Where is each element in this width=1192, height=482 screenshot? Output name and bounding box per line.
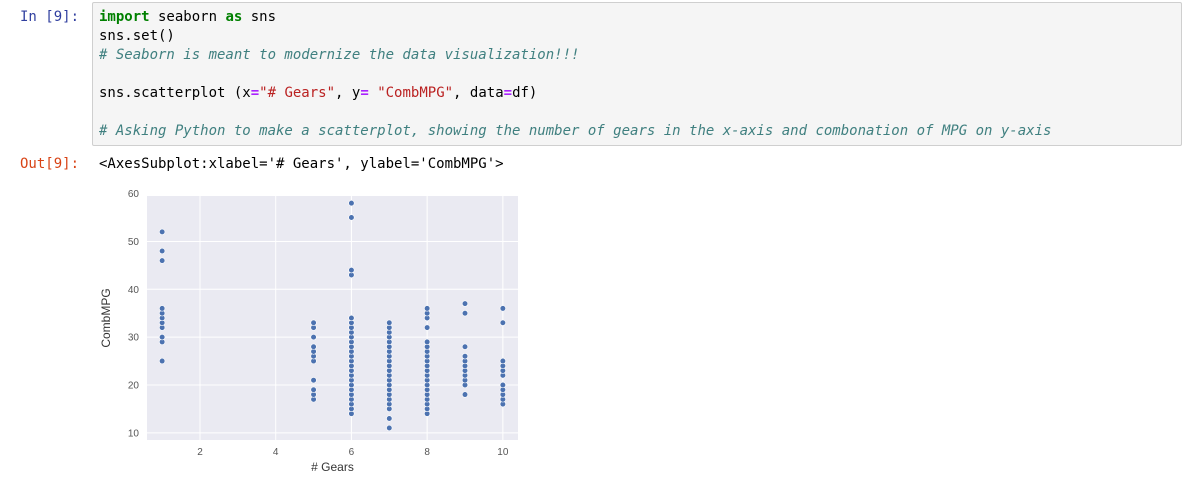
output-repr: <AxesSubplot:xlabel='# Gears', ylabel='C… bbox=[99, 156, 504, 172]
x-tick-label: 4 bbox=[273, 447, 279, 458]
data-point bbox=[159, 305, 166, 312]
data-point bbox=[348, 267, 355, 274]
keyword-import: import bbox=[99, 9, 150, 25]
data-point bbox=[386, 415, 393, 422]
data-point bbox=[159, 257, 166, 264]
y-tick-label: 60 bbox=[128, 189, 140, 200]
data-point bbox=[461, 343, 469, 350]
code-fragment: , y bbox=[335, 85, 361, 101]
data-point bbox=[424, 305, 431, 312]
code-fragment: sns.scatterplot (x bbox=[99, 85, 251, 101]
operator: = bbox=[360, 85, 369, 101]
data-point bbox=[424, 338, 431, 346]
code-line-2: sns.set() bbox=[99, 28, 175, 44]
output-prompt: Out[9]: bbox=[20, 156, 80, 172]
data-point bbox=[159, 247, 166, 255]
string-literal: "CombMPG" bbox=[377, 85, 454, 101]
data-point bbox=[310, 334, 317, 341]
data-point bbox=[159, 334, 166, 341]
data-point bbox=[386, 319, 393, 326]
data-point bbox=[499, 381, 506, 389]
code-fragment: , data bbox=[453, 85, 504, 101]
y-tick-label: 40 bbox=[128, 285, 140, 296]
y-tick-label: 30 bbox=[128, 333, 140, 344]
data-point bbox=[461, 391, 469, 398]
x-tick-label: 2 bbox=[197, 447, 203, 458]
data-point bbox=[310, 343, 317, 350]
data-point bbox=[310, 319, 317, 326]
data-point bbox=[461, 353, 469, 360]
code-input-area[interactable]: import seaborn as sns sns.set() # Seabor… bbox=[92, 2, 1182, 146]
code-fragment bbox=[369, 85, 377, 101]
code-line-5: sns.scatterplot (x="# Gears", y= "CombMP… bbox=[99, 85, 537, 101]
input-prompt: In [9]: bbox=[20, 9, 80, 25]
code-line-1: import seaborn as sns bbox=[99, 9, 276, 25]
operator: = bbox=[250, 85, 260, 101]
data-point bbox=[348, 314, 355, 322]
y-tick-label: 20 bbox=[128, 380, 140, 391]
data-point bbox=[386, 424, 393, 432]
data-point bbox=[499, 357, 506, 365]
code-comment-2: # Asking Python to make a scatterplot, s… bbox=[99, 123, 1052, 139]
string-literal: "# Gears" bbox=[259, 85, 336, 101]
code-text[interactable]: import seaborn as sns sns.set() # Seabor… bbox=[99, 8, 1051, 141]
code-fragment: df) bbox=[512, 85, 538, 101]
data-point bbox=[499, 305, 506, 312]
y-tick-label: 10 bbox=[128, 428, 140, 439]
scatterplot: 2 4 6 8 10 10 20 30 40 50 60 # Gears CombMPG bbox=[99, 189, 518, 474]
y-axis-label: CombMPG bbox=[99, 288, 113, 347]
x-tick-label: 8 bbox=[424, 447, 430, 458]
operator: = bbox=[503, 85, 513, 101]
data-point bbox=[348, 214, 355, 221]
data-point bbox=[499, 319, 506, 326]
data-point bbox=[310, 377, 317, 384]
data-point bbox=[461, 310, 469, 317]
x-tick-label: 6 bbox=[349, 447, 355, 458]
data-point bbox=[310, 386, 317, 393]
keyword-as: as bbox=[225, 9, 243, 25]
y-tick-label: 50 bbox=[128, 237, 140, 248]
code-fragment: seaborn bbox=[149, 9, 226, 25]
code-fragment: sns bbox=[242, 9, 277, 25]
data-point bbox=[424, 324, 431, 331]
data-point bbox=[159, 357, 166, 365]
x-tick-label: 10 bbox=[497, 447, 509, 458]
plot-area-background bbox=[147, 196, 518, 440]
code-comment-1: # Seaborn is meant to modernize the data… bbox=[99, 47, 580, 63]
x-axis-label: # Gears bbox=[311, 460, 354, 474]
data-point bbox=[461, 300, 469, 307]
data-point bbox=[348, 200, 355, 207]
data-point bbox=[159, 228, 166, 235]
